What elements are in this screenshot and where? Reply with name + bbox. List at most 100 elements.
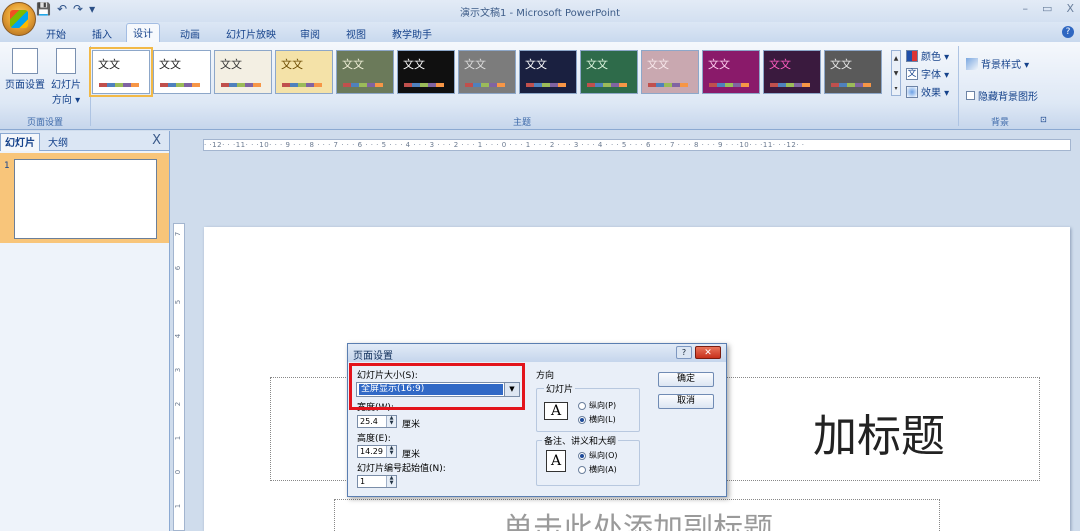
slide-thumbnail-selected[interactable]: 1: [0, 153, 169, 243]
theme-color-bars: [587, 83, 627, 87]
office-logo-icon: [10, 10, 28, 28]
radio-icon: [578, 401, 586, 410]
tab-slideshow[interactable]: 幻灯片放映: [220, 25, 282, 42]
window-title: 演示文稿1 - Microsoft PowerPoint: [459, 8, 621, 19]
theme-color-bars: [465, 83, 505, 87]
slide-orientation-label: 幻灯片: [51, 80, 81, 91]
theme-sample-text: 文文: [220, 58, 242, 71]
theme-thumbnail[interactable]: 文文: [397, 50, 455, 94]
theme-sample-text: 文文: [647, 58, 669, 71]
portrait-notes-icon: A: [546, 450, 566, 472]
fonts-icon: 文: [906, 67, 918, 80]
theme-sample-text: 文文: [708, 58, 730, 71]
theme-thumbnail[interactable]: 文文: [641, 50, 699, 94]
tab-review[interactable]: 审阅: [294, 25, 326, 42]
height-spinner[interactable]: 14.29 ▲ ▼: [357, 445, 397, 458]
help-icon[interactable]: ?: [1062, 26, 1074, 38]
maximize-button[interactable]: ▭: [1042, 2, 1052, 15]
subtitle-placeholder[interactable]: 单击此处添加副标题: [334, 499, 940, 531]
title-bar: 💾 ↶ ↷ ▾ 演示文稿1 - Microsoft PowerPoint – ▭…: [0, 0, 1080, 22]
slide-portrait-radio[interactable]: 纵向(P): [578, 400, 616, 411]
theme-color-bars: [831, 83, 871, 87]
close-pane-icon[interactable]: X: [152, 133, 161, 148]
theme-gallery: 文文 文文 文文 文文 文文 文文 文文 文文 文文 文文 文文 文文 文文: [89, 47, 892, 102]
hide-background-checkbox[interactable]: 隐藏背景图形: [966, 88, 1038, 103]
fonts-label: 字体 ▾: [921, 70, 950, 81]
slide-orientation-sub: 方向 ▾: [51, 95, 81, 106]
theme-thumbnail[interactable]: 文文: [458, 50, 516, 94]
orientation-heading: 方向: [536, 371, 555, 381]
tab-slides[interactable]: 幻灯片: [0, 133, 40, 151]
height-label: 高度(E):: [357, 434, 391, 444]
vertical-ruler: 765432101: [173, 223, 185, 531]
tab-outline[interactable]: 大纲: [44, 134, 72, 149]
notes-orientation-group-label: 备注、讲义和大纲: [542, 434, 619, 447]
slide-thumbnail[interactable]: [14, 159, 157, 239]
landscape-slide-icon: A: [544, 402, 568, 420]
width-spinner[interactable]: 25.4 ▲ ▼: [357, 415, 397, 428]
close-window-button[interactable]: X: [1066, 2, 1074, 15]
ok-button[interactable]: 确定: [658, 372, 714, 387]
dialog-help-button[interactable]: ?: [676, 346, 692, 359]
tab-teaching-assistant[interactable]: 教学助手: [386, 25, 438, 42]
slide-landscape-radio[interactable]: 横向(L): [578, 414, 616, 425]
theme-thumbnail[interactable]: 文文: [702, 50, 760, 94]
radio-icon: [578, 451, 586, 460]
theme-thumbnail[interactable]: 文文: [336, 50, 394, 94]
page-setup-button[interactable]: 页面设置: [4, 46, 46, 91]
tab-design[interactable]: 设计: [126, 23, 160, 42]
title-placeholder-text: 加标题: [813, 411, 945, 462]
theme-thumbnail[interactable]: 文文: [763, 50, 821, 94]
dialog-close-button[interactable]: ✕: [695, 346, 721, 359]
theme-sample-text: 文文: [830, 58, 852, 71]
theme-thumbnail[interactable]: 文文: [580, 50, 638, 94]
page-setup-icon: [12, 48, 38, 74]
effects-label: 效果 ▾: [921, 88, 950, 99]
theme-color-bars: [770, 83, 810, 87]
ribbon: 页面设置 幻灯片 方向 ▾ 页面设置 文文 文文 文文 文文 文文 文文 文文 文文 文文 文文文…: [0, 42, 1080, 130]
spinner-arrows-icon[interactable]: ▲ ▼: [386, 476, 396, 487]
office-button[interactable]: [2, 2, 36, 36]
background-dialog-launcher-icon[interactable]: ⊡: [1040, 115, 1047, 124]
notes-landscape-label: 横向(A): [589, 465, 617, 474]
theme-thumbnail[interactable]: 文文: [824, 50, 882, 94]
theme-thumbnail[interactable]: 文文: [89, 47, 153, 97]
tab-view[interactable]: 视图: [340, 25, 372, 42]
notes-portrait-radio[interactable]: 纵向(O): [578, 450, 618, 461]
height-value: 14.29: [360, 447, 383, 456]
tab-animations[interactable]: 动画: [174, 25, 206, 42]
radio-icon: [578, 415, 586, 424]
theme-color-bars: [160, 83, 200, 87]
notes-landscape-radio[interactable]: 横向(A): [578, 464, 617, 475]
height-unit: 厘米: [402, 450, 421, 460]
theme-thumbnail[interactable]: 文文: [519, 50, 577, 94]
background-styles-label: 背景样式 ▾: [981, 60, 1030, 71]
group-separator: [90, 46, 91, 126]
theme-thumbnail[interactable]: 文文: [275, 50, 333, 94]
background-styles-icon: [966, 57, 978, 70]
slides-orientation-group-label: 幻灯片: [544, 382, 576, 395]
theme-color-bars: [404, 83, 444, 87]
start-number-spinner[interactable]: 1 ▲ ▼: [357, 475, 397, 488]
theme-sample-text: 文文: [525, 58, 547, 71]
theme-effects-button[interactable]: 效果 ▾: [906, 84, 949, 99]
slide-orientation-button[interactable]: 幻灯片 方向 ▾: [46, 46, 86, 106]
slide-portrait-label: 纵向(P): [589, 401, 617, 410]
radio-icon: [578, 465, 586, 474]
page-setup-label: 页面设置: [5, 80, 45, 91]
tab-insert[interactable]: 插入: [86, 25, 118, 42]
theme-colors-button[interactable]: 颜色 ▾: [906, 48, 949, 63]
spinner-arrows-icon[interactable]: ▲ ▼: [386, 446, 396, 457]
slides-pane: 幻灯片 大纲 X 1: [0, 131, 170, 531]
theme-fonts-button[interactable]: 文 字体 ▾: [906, 66, 949, 81]
theme-thumbnail[interactable]: 文文: [153, 50, 211, 94]
minimize-button[interactable]: –: [1023, 2, 1029, 15]
slide-landscape-label: 横向(L): [589, 415, 616, 424]
theme-sample-text: 文文: [281, 58, 303, 71]
spinner-arrows-icon[interactable]: ▲ ▼: [386, 416, 396, 427]
theme-thumbnail[interactable]: 文文: [214, 50, 272, 94]
theme-gallery-scroll[interactable]: ▲ ▼ ▾: [891, 50, 901, 96]
background-styles-button[interactable]: 背景样式 ▾: [966, 56, 1029, 71]
tab-home[interactable]: 开始: [40, 25, 72, 42]
cancel-button[interactable]: 取消: [658, 394, 714, 409]
